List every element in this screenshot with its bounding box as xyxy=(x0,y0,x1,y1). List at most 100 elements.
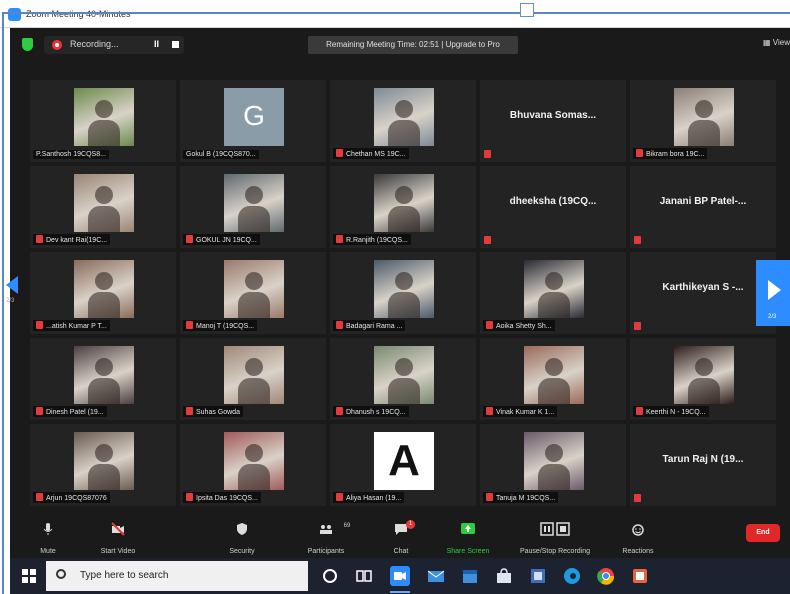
security-button[interactable]: Security xyxy=(220,520,264,556)
chrome-browser-icon[interactable] xyxy=(596,566,616,586)
person-silhouette xyxy=(395,186,413,204)
participant-tile[interactable]: Aoika Shetty Sh... xyxy=(480,252,626,334)
participant-tile[interactable]: Bhuvana Somas... xyxy=(480,80,626,162)
end-meeting-button[interactable]: End xyxy=(746,524,780,542)
participant-tile[interactable]: A Aliya Hasan (19... xyxy=(330,424,476,506)
person-silhouette-body xyxy=(238,292,270,318)
muted-mic-icon xyxy=(484,236,491,244)
gallery-grid: P.Santhosh 19CQS8... G Gokul B (19CQS870..… xyxy=(30,80,780,510)
start-video-button[interactable]: Start Video xyxy=(88,520,148,556)
participant-tile[interactable]: Tarun Raj N (19... xyxy=(630,424,776,506)
mute-label: Mute xyxy=(40,548,56,555)
person-silhouette xyxy=(95,100,113,118)
mail-icon[interactable] xyxy=(426,566,446,586)
muted-mic-icon xyxy=(336,149,343,157)
encryption-shield-icon[interactable] xyxy=(22,38,33,51)
participant-tile[interactable]: Bikram bora 19C... xyxy=(630,80,776,162)
resize-handle[interactable] xyxy=(520,3,534,17)
muted-mic-icon xyxy=(486,493,493,501)
task-view-icon[interactable] xyxy=(354,566,374,586)
participant-photo xyxy=(524,346,584,404)
participant-name-label: Dev kant Rai(19C... xyxy=(33,234,111,245)
cortana-icon[interactable] xyxy=(320,566,340,586)
participant-tile[interactable]: Dinesh Patel (19... xyxy=(30,338,176,420)
taskbar-search-box[interactable]: Type here to search xyxy=(46,561,308,591)
participant-avatar: G xyxy=(224,88,284,146)
participant-photo xyxy=(74,174,134,232)
participant-display-name: Janani BP Patel-... xyxy=(659,196,747,207)
participant-tile[interactable]: G Gokul B (19CQS870... xyxy=(180,80,326,162)
person-silhouette-body xyxy=(238,378,270,404)
person-silhouette-body xyxy=(388,292,420,318)
next-page-button[interactable]: 2/3 xyxy=(756,260,790,326)
participants-button[interactable]: Participants 69 xyxy=(296,520,356,556)
muted-mic-icon xyxy=(186,407,193,415)
participant-photo xyxy=(224,346,284,404)
participant-name-label: Tanuja M 19CQS... xyxy=(483,492,559,503)
pause-stop-icon xyxy=(540,522,570,536)
participant-name: Badagari Rama ... xyxy=(346,323,403,330)
participant-tile[interactable]: ...atish Kumar P T... xyxy=(30,252,176,334)
participant-tile[interactable]: R.Ranjith (19CQS... xyxy=(330,166,476,248)
participant-display-name: Bhuvana Somas... xyxy=(509,110,597,121)
person-silhouette xyxy=(695,358,713,376)
person-silhouette-body xyxy=(88,292,120,318)
muted-mic-icon xyxy=(634,236,641,244)
participant-name: Dinesh Patel (19... xyxy=(46,409,104,416)
muted-mic-icon xyxy=(636,407,643,415)
participant-tile[interactable]: Ipsita Das 19CQS... xyxy=(180,424,326,506)
windows-start-button[interactable] xyxy=(22,569,36,583)
zoom-taskbar-icon[interactable] xyxy=(390,566,410,586)
mute-button[interactable]: Mute xyxy=(28,520,68,556)
time-remaining-banner[interactable]: Remaining Meeting Time: 02:51 | Upgrade … xyxy=(308,36,518,54)
participant-name-label: Manoj T (19CQS... xyxy=(183,320,258,331)
view-button[interactable]: ▦ View xyxy=(763,38,790,47)
participant-photo xyxy=(74,346,134,404)
participant-tile[interactable]: P.Santhosh 19CQS8... xyxy=(30,80,176,162)
edge-browser-icon[interactable] xyxy=(562,566,582,586)
stop-recording-button[interactable] xyxy=(172,41,179,48)
participant-tile[interactable]: Arjun 19CQS87076 xyxy=(30,424,176,506)
participant-name: ...atish Kumar P T... xyxy=(46,323,107,330)
person-silhouette-body xyxy=(538,464,570,490)
store-bag-icon[interactable] xyxy=(494,566,514,586)
photos-icon[interactable] xyxy=(528,566,548,586)
participant-photo xyxy=(224,432,284,490)
participant-name: Aoika Shetty Sh... xyxy=(496,323,552,330)
microphone-icon xyxy=(43,523,53,535)
previous-page-button[interactable]: 2/3 xyxy=(0,262,26,310)
person-silhouette xyxy=(545,358,563,376)
participant-tile[interactable]: dheeksha (19CQ... xyxy=(480,166,626,248)
person-silhouette-body xyxy=(88,120,120,146)
participant-photo xyxy=(674,346,734,404)
zoom-app-icon xyxy=(8,8,21,21)
participant-tile[interactable]: Manoj T (19CQS... xyxy=(180,252,326,334)
participant-display-name: Tarun Raj N (19... xyxy=(662,454,744,465)
participant-tile[interactable]: Tanuja M 19CQS... xyxy=(480,424,626,506)
chat-unread-badge: 1 xyxy=(406,520,415,529)
participant-tile[interactable]: GOKUL JN 19CQ... xyxy=(180,166,326,248)
participant-tile[interactable]: Keerthi N - 19CQ... xyxy=(630,338,776,420)
participant-tile[interactable]: Dev kant Rai(19C... xyxy=(30,166,176,248)
calendar-icon[interactable] xyxy=(460,566,480,586)
share-screen-button[interactable]: Share Screen xyxy=(438,520,498,556)
participant-tile[interactable]: Dhanush s 19CQ... xyxy=(330,338,476,420)
participant-name: GOKUL JN 19CQ... xyxy=(196,237,257,244)
participant-tile[interactable]: Chethan MS 19C... xyxy=(330,80,476,162)
office-app-icon[interactable] xyxy=(630,566,650,586)
participant-tile[interactable]: Suhas Gowda xyxy=(180,338,326,420)
participant-tile[interactable]: Vinak Kumar K 1... xyxy=(480,338,626,420)
person-silhouette-body xyxy=(238,206,270,232)
pause-stop-recording-button[interactable]: Pause/Stop Recording xyxy=(510,520,600,556)
reactions-button[interactable]: Reactions xyxy=(616,520,660,556)
person-silhouette-body xyxy=(238,464,270,490)
participants-label: Participants xyxy=(307,548,345,555)
recording-label: Recording... xyxy=(70,39,119,49)
share-screen-icon xyxy=(461,523,475,534)
chat-button[interactable]: Chat 1 xyxy=(386,520,416,556)
participant-tile[interactable]: Karthikeyan S -... xyxy=(630,252,776,334)
participant-tile[interactable]: Badagari Rama ... xyxy=(330,252,476,334)
person-silhouette xyxy=(245,358,263,376)
participant-tile[interactable]: Janani BP Patel-... xyxy=(630,166,776,248)
pause-recording-button[interactable]: II xyxy=(154,39,159,49)
